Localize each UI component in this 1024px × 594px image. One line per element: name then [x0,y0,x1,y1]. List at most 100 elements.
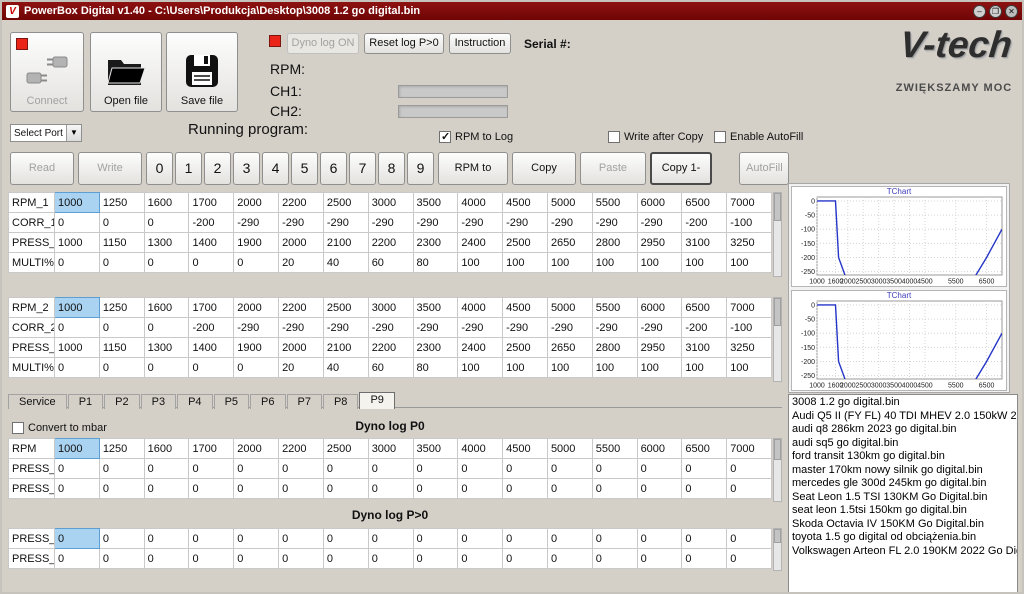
cell[interactable]: 0 [55,253,100,273]
cell[interactable]: 0 [55,549,100,569]
cell[interactable]: 100 [458,253,503,273]
cell[interactable]: 2200 [368,233,413,253]
cell[interactable]: 2300 [413,233,458,253]
cell[interactable]: 100 [503,253,548,273]
cell[interactable]: -290 [503,318,548,338]
cell[interactable]: 0 [368,529,413,549]
cell[interactable]: 0 [368,549,413,569]
cell[interactable]: 100 [637,253,682,273]
instruction-button[interactable]: Instruction [449,33,511,54]
cell[interactable]: 0 [458,549,503,569]
cell[interactable]: 100 [458,358,503,378]
cell[interactable]: 0 [413,529,458,549]
cell[interactable]: 5000 [547,439,592,459]
cell[interactable]: 1400 [189,338,234,358]
tab-p7[interactable]: P7 [287,394,322,409]
cell[interactable]: 0 [144,318,189,338]
cell[interactable]: 3000 [368,298,413,318]
cell[interactable]: 7000 [727,439,772,459]
cell[interactable]: 0 [234,459,279,479]
cell[interactable]: 3500 [413,439,458,459]
cell[interactable]: 6500 [682,193,727,213]
cell[interactable]: -290 [547,318,592,338]
cell[interactable]: 7000 [727,193,772,213]
digit-button-4[interactable]: 4 [262,152,289,185]
file-item[interactable]: ford transit 130km go digital.bin [789,450,1017,464]
cell[interactable]: 2950 [637,233,682,253]
save-file-button[interactable]: Save file [166,32,238,112]
cell[interactable]: 2500 [323,193,368,213]
program2-scrollbar[interactable] [773,297,782,382]
cell[interactable]: 0 [55,529,100,549]
cell[interactable]: 100 [503,358,548,378]
rpm-to-log-checkbox[interactable]: RPM to Log [439,131,513,143]
cell[interactable]: 80 [413,253,458,273]
close-button[interactable]: ✕ [1005,5,1018,18]
copy-prog-button[interactable]: Copy PROG [512,152,576,185]
tab-p1[interactable]: P1 [68,394,103,409]
cell[interactable]: 0 [189,358,234,378]
cell[interactable]: 5500 [592,439,637,459]
cell[interactable]: 1900 [234,233,279,253]
cell[interactable]: 0 [99,459,144,479]
cell[interactable]: 0 [144,213,189,233]
cell[interactable]: -290 [458,213,503,233]
file-item[interactable]: seat leon 1.5tsi 150km go digital.bin [789,504,1017,518]
file-item[interactable]: Skoda Octavia IV 150KM Go Digital.bin [789,518,1017,532]
cell[interactable]: 60 [368,253,413,273]
cell[interactable]: 2000 [279,233,324,253]
digit-button-5[interactable]: 5 [291,152,318,185]
tab-p6[interactable]: P6 [250,394,285,409]
cell[interactable]: 0 [55,318,100,338]
tab-p9[interactable]: P9 [359,392,394,409]
connect-button[interactable]: Connect [10,32,84,112]
cell[interactable]: -290 [323,318,368,338]
cell[interactable]: 0 [592,459,637,479]
cell[interactable]: -100 [727,213,772,233]
digit-button-1[interactable]: 1 [175,152,202,185]
cell[interactable]: 40 [323,358,368,378]
cell[interactable]: 1000 [55,298,100,318]
cell[interactable]: 0 [279,459,324,479]
cell[interactable]: 2950 [637,338,682,358]
cell[interactable]: 4500 [503,193,548,213]
cell[interactable]: 100 [637,358,682,378]
cell[interactable]: 0 [99,358,144,378]
cell[interactable]: 60 [368,358,413,378]
cell[interactable]: 100 [682,253,727,273]
cell[interactable]: 6000 [637,193,682,213]
cell[interactable]: -290 [368,213,413,233]
cell[interactable]: 0 [682,459,727,479]
cell[interactable]: 2300 [413,338,458,358]
cell[interactable]: 0 [727,459,772,479]
cell[interactable]: 3250 [727,338,772,358]
cell[interactable]: 20 [279,253,324,273]
cell[interactable]: 1000 [55,233,100,253]
cell[interactable]: 0 [234,358,279,378]
cell[interactable]: 6000 [637,439,682,459]
cell[interactable]: 2000 [234,439,279,459]
cell[interactable]: 1250 [99,193,144,213]
cell[interactable]: -100 [727,318,772,338]
cell[interactable]: 0 [637,529,682,549]
cell[interactable]: 1700 [189,193,234,213]
cell[interactable]: -290 [234,318,279,338]
cell[interactable]: 100 [592,358,637,378]
write-after-copy-checkbox[interactable]: Write after Copy [608,131,703,143]
cell[interactable]: 6000 [637,298,682,318]
cell[interactable]: 0 [279,529,324,549]
cell[interactable]: 0 [99,479,144,499]
dyno-pgt0-scrollbar[interactable] [773,528,782,571]
enable-autofill-checkbox[interactable]: Enable AutoFill [714,131,803,143]
cell[interactable]: 2500 [503,338,548,358]
digit-button-9[interactable]: 9 [407,152,434,185]
cell[interactable]: 100 [592,253,637,273]
cell[interactable]: -290 [234,213,279,233]
cell[interactable]: 3250 [727,233,772,253]
cell[interactable]: 1600 [144,298,189,318]
cell[interactable]: 2200 [279,193,324,213]
cell[interactable]: 1700 [189,298,234,318]
tab-p2[interactable]: P2 [104,394,139,409]
cell[interactable]: 100 [547,253,592,273]
file-item[interactable]: 3008 1.2 go digital.bin [789,396,1017,410]
